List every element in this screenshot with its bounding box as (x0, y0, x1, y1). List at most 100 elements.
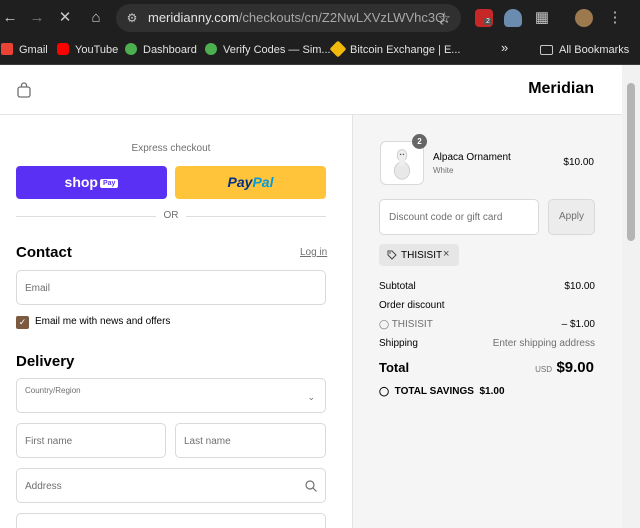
home-icon[interactable]: ⌂ (86, 8, 106, 28)
savings-value: $1.00 (479, 386, 505, 397)
express-checkout-title: Express checkout (131, 143, 211, 154)
order-discount-label: Order discount (379, 300, 445, 311)
url-host: meridianny.com (148, 10, 239, 25)
folder-icon (540, 45, 553, 55)
stop-loading-icon[interactable]: ✕ (55, 8, 75, 28)
savings-label: TOTAL SAVINGS (394, 386, 474, 397)
shipping-label: Shipping (379, 338, 418, 349)
tag-icon (387, 250, 397, 260)
url-path: /checkouts/cn/Z2NwLXVzLWVhc3Q... (238, 10, 448, 25)
forward-icon[interactable]: → (27, 8, 47, 28)
newsletter-label: Email me with news and offers (35, 316, 171, 327)
all-bookmarks-label: All Bookmarks (559, 44, 630, 56)
email-placeholder: Email (25, 283, 51, 294)
divider (16, 216, 156, 217)
first-name-field[interactable]: First name (16, 423, 166, 458)
discount-code-input[interactable]: Discount code or gift card (379, 199, 539, 235)
search-icon (305, 480, 317, 492)
product-variant: White (433, 166, 454, 175)
discount-code-name: THISISIT (391, 319, 433, 330)
shield-extension-icon[interactable] (504, 9, 522, 27)
shop-pay-badge: Pay (99, 179, 119, 188)
discount-amount: – $1.00 (561, 319, 595, 330)
bookmark-youtube[interactable]: YouTube (57, 42, 118, 58)
product-price: $10.00 (563, 157, 594, 168)
shop-pay-button[interactable]: shop Pay (16, 166, 167, 199)
store-brand[interactable]: Meridian (528, 80, 594, 98)
extension-red-icon[interactable]: 2 (475, 9, 493, 27)
bookmark-label: Bitcoin Exchange | E... (350, 44, 461, 56)
url-text[interactable]: meridianny.com/checkouts/cn/Z2NwLXVzLWVh… (148, 10, 448, 26)
profile-avatar-icon[interactable] (575, 9, 593, 27)
email-field[interactable]: Email (16, 270, 326, 305)
login-link[interactable]: Log in (300, 247, 327, 258)
bookmark-label: Verify Codes — Sim... (223, 44, 331, 56)
bookmark-label: Dashboard (143, 44, 197, 56)
scrollbar-thumb[interactable] (627, 83, 635, 241)
address-placeholder: Address (25, 481, 62, 492)
gmail-icon (1, 43, 13, 55)
newsletter-checkbox[interactable]: ✓ (16, 316, 29, 329)
binance-icon (329, 40, 347, 58)
shop-pay-logo: shop (64, 174, 98, 190)
address-bar[interactable]: ⚙ meridianny.com/checkouts/cn/Z2NwLXVzLW… (116, 4, 461, 32)
chevron-down-icon: ⌄ (307, 392, 315, 402)
bookmark-gmail[interactable]: Gmail (1, 42, 48, 58)
tag-icon: ◯ (379, 319, 390, 329)
product-name: Alpaca Ornament (433, 152, 511, 163)
bookmark-star-icon[interactable]: ☆ (438, 9, 451, 27)
apartment-field[interactable] (16, 513, 326, 528)
order-discount-row: Order discount (379, 300, 595, 311)
checkout-form: Express checkout shop Pay PayPal OR Conta… (0, 115, 352, 528)
bookmarks-overflow-button[interactable]: » (501, 40, 508, 56)
discount-placeholder: Discount code or gift card (389, 212, 503, 223)
bookmark-label: YouTube (75, 44, 119, 56)
scrollbar[interactable] (622, 65, 640, 528)
discount-code-row: ◯ THISISIT – $1.00 (379, 319, 595, 330)
bookmark-bitcoin-exchange[interactable]: Bitcoin Exchange | E... (329, 40, 461, 58)
subtotal-value: $10.00 (564, 281, 595, 292)
youtube-icon (57, 43, 69, 55)
applied-discount-tag: THISISIT × (379, 244, 459, 266)
back-icon[interactable]: ← (0, 8, 20, 28)
subtotal-row: Subtotal $10.00 (379, 281, 595, 292)
order-summary: 2 Alpaca Ornament White $10.00 Discount … (352, 115, 622, 528)
site-info-icon[interactable]: ⚙ (124, 10, 140, 26)
browser-toolbar: ← → ✕ ⌂ ⚙ meridianny.com/checkouts/cn/Z2… (0, 0, 640, 36)
total-value: $9.00 (556, 359, 594, 376)
bookmark-dashboard[interactable]: Dashboard (125, 42, 197, 58)
green-check-icon (125, 43, 137, 55)
subtotal-label: Subtotal (379, 281, 416, 292)
browser-menu-icon[interactable]: ⋮ (606, 9, 624, 27)
extension-badge: 2 (484, 18, 492, 25)
tag-icon: ◯ (379, 386, 390, 396)
paypal-logo-part2: Pal (252, 174, 274, 190)
last-name-field[interactable]: Last name (175, 423, 326, 458)
divider (186, 216, 326, 217)
shipping-row: Shipping Enter shipping address (379, 338, 595, 349)
extensions-puzzle-icon[interactable]: ▦ (533, 9, 551, 27)
bookmark-label: Gmail (19, 44, 48, 56)
total-label: Total (379, 360, 410, 375)
address-field[interactable]: Address (16, 468, 326, 503)
site-header: Meridian (0, 65, 622, 115)
contact-heading: Contact (16, 244, 72, 261)
shopping-bag-icon[interactable] (17, 82, 31, 98)
all-bookmarks-button[interactable]: All Bookmarks (540, 42, 629, 58)
country-region-select[interactable]: Country/Region ⌄ (16, 378, 326, 413)
remove-discount-icon[interactable]: × (443, 248, 449, 260)
country-region-label: Country/Region (25, 386, 81, 395)
discount-code-label: THISISIT (401, 250, 443, 261)
total-savings: ◯ TOTAL SAVINGS $1.00 (379, 386, 505, 397)
or-divider-text: OR (163, 210, 179, 221)
bookmarks-bar: Gmail YouTube Dashboard Verify Codes — S… (0, 36, 640, 65)
apply-discount-button[interactable]: Apply (548, 199, 595, 235)
shipping-value: Enter shipping address (492, 338, 595, 349)
bookmark-verify-codes[interactable]: Verify Codes — Sim... (205, 42, 331, 58)
delivery-heading: Delivery (16, 353, 75, 370)
first-name-placeholder: First name (25, 436, 73, 447)
quantity-badge: 2 (412, 134, 427, 149)
last-name-placeholder: Last name (184, 436, 231, 447)
paypal-button[interactable]: PayPal (175, 166, 326, 199)
checkout-page: Meridian Express checkout shop Pay PayPal… (0, 65, 640, 528)
